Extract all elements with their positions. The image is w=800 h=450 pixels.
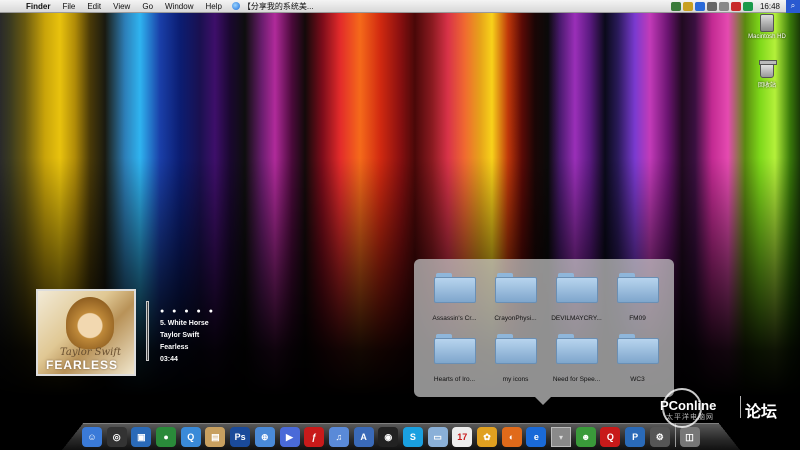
watermark-brand: PConline bbox=[660, 398, 717, 413]
stack-popup-arrow bbox=[535, 397, 551, 405]
menu-file[interactable]: File bbox=[56, 2, 81, 11]
stack-folder-label: DEVILMAYCRY... bbox=[551, 315, 602, 322]
trash-icon[interactable]: ◫ bbox=[679, 427, 700, 447]
menu-go[interactable]: Go bbox=[136, 2, 159, 11]
firefox-icon[interactable]: ◐ bbox=[501, 427, 522, 447]
dock: ☺ ◎ ▣ ● Q ▤ Ps ⊕ ▶ ƒ ♫ A ◉ S ▭ 17 ✿ ◐ e ▾ ☻ Q P ⚙ ◫ bbox=[82, 421, 704, 447]
stack-folder-item[interactable]: FM09 bbox=[607, 273, 668, 322]
stack-folder-label: Need for Spee... bbox=[552, 376, 601, 383]
folder-icon bbox=[555, 334, 598, 364]
flash-icon[interactable]: ƒ bbox=[304, 427, 325, 447]
track-time: 03:44 bbox=[160, 356, 178, 363]
watermark-separator bbox=[740, 396, 741, 418]
stack-popup: Assassin's Cr... CrayonPhysi... DEVILMAYCR… bbox=[414, 259, 674, 397]
rating-dots[interactable]: ● ● ● ● ● bbox=[160, 306, 216, 318]
quicktime-icon[interactable]: Q bbox=[180, 427, 201, 447]
wifi-tray-icon[interactable] bbox=[706, 1, 717, 11]
network-tray-icon[interactable] bbox=[670, 1, 681, 11]
album-art-script: Taylor Swift bbox=[60, 347, 122, 358]
watermark-forum: 论坛 bbox=[745, 404, 778, 421]
menu-bar: Finder File Edit View Go Window Help 【分享… bbox=[0, 0, 800, 13]
internet-explorer-icon bbox=[231, 2, 240, 10]
bluetooth-tray-icon[interactable] bbox=[694, 1, 705, 11]
menu-window[interactable]: Window bbox=[159, 2, 199, 11]
folder-icon bbox=[494, 273, 537, 303]
menu-finder[interactable]: Finder bbox=[20, 2, 56, 11]
flag-tray-icon[interactable] bbox=[730, 1, 741, 11]
facetime-icon[interactable]: ▶ bbox=[279, 427, 300, 447]
folder-icon bbox=[433, 273, 476, 303]
status-tray-icon[interactable] bbox=[682, 1, 693, 11]
desktop-icon-hard-drive[interactable]: Macintosh HD bbox=[748, 14, 786, 40]
scroll-app-icon[interactable]: ▤ bbox=[205, 427, 226, 447]
stack-folder-item[interactable]: Need for Spee... bbox=[546, 334, 607, 383]
preview-icon[interactable]: ▣ bbox=[131, 427, 152, 447]
stack-folder-item[interactable]: WC3 bbox=[607, 334, 668, 383]
hard-drive-icon bbox=[760, 14, 774, 32]
volume-tray-icon[interactable] bbox=[718, 1, 729, 11]
stack-folder-item[interactable]: my icons bbox=[485, 334, 546, 383]
trash-icon bbox=[759, 60, 777, 78]
skype-icon[interactable]: S bbox=[402, 427, 423, 447]
stack-grid: Assassin's Cr... CrayonPhysi... DEVILMAYCR… bbox=[424, 273, 668, 383]
stack-folder-label: Assassin's Cr... bbox=[432, 315, 477, 322]
desktop-wallpaper bbox=[0, 0, 800, 450]
track-title: 5. White Horse bbox=[160, 320, 209, 327]
itunes-icon[interactable]: ♫ bbox=[328, 427, 349, 447]
finder-icon[interactable]: ☺ bbox=[82, 427, 102, 447]
system-preferences-icon[interactable]: ⚙ bbox=[649, 427, 670, 447]
track-album: Fearless bbox=[160, 344, 189, 351]
spotlight-icon[interactable]: ⌕ bbox=[786, 0, 800, 13]
desktop-icon-label: 回收站 bbox=[757, 83, 776, 89]
ical-icon[interactable]: 17 bbox=[452, 427, 473, 447]
folder-icon bbox=[616, 334, 659, 364]
app-store-icon[interactable]: A bbox=[353, 427, 374, 447]
p-app-icon[interactable]: P bbox=[625, 427, 646, 447]
now-playing-info: ● ● ● ● ● 5. White Horse Taylor Swift Fe… bbox=[160, 306, 216, 366]
stack-folder-label: FM09 bbox=[629, 315, 646, 322]
album-art[interactable]: Taylor Swift FEARLESS bbox=[36, 289, 136, 376]
menu-clock[interactable]: 16:48 bbox=[754, 2, 786, 11]
stack-folder-item[interactable]: CrayonPhysi... bbox=[485, 273, 546, 322]
menu-extras: 16:48 ⌕ bbox=[670, 0, 800, 13]
album-art-portrait bbox=[66, 297, 114, 349]
menu-view[interactable]: View bbox=[107, 2, 136, 11]
album-art-brand: FEARLESS bbox=[46, 358, 119, 372]
menu-help[interactable]: Help bbox=[199, 2, 227, 11]
window-title-label: 【分享我的系统美... bbox=[242, 1, 314, 11]
internet-explorer-icon[interactable]: e bbox=[526, 427, 547, 447]
stack-folder-dock-icon[interactable]: ▾ bbox=[551, 427, 572, 447]
stack-folder-item[interactable]: Hearts of Iro... bbox=[424, 334, 485, 383]
google-earth-icon[interactable]: ● bbox=[156, 427, 177, 447]
battery-tray-icon[interactable] bbox=[742, 1, 753, 11]
stack-folder-label: WC3 bbox=[630, 376, 645, 383]
stack-folder-item[interactable]: Assassin's Cr... bbox=[424, 273, 485, 322]
folder-icon bbox=[433, 334, 476, 364]
safari-icon[interactable]: ⊕ bbox=[254, 427, 275, 447]
menu-window-title[interactable]: 【分享我的系统美... bbox=[228, 1, 318, 12]
track-progress-bar[interactable] bbox=[146, 301, 149, 361]
picasa-icon[interactable]: ✿ bbox=[477, 427, 497, 447]
watermark-subtitle: 太平洋电脑网 bbox=[666, 414, 714, 421]
pconline-watermark: PConline 太平洋电脑网 bbox=[660, 388, 717, 428]
dvd-player-icon[interactable]: ◉ bbox=[378, 427, 399, 447]
desktop-icon-label: Macintosh HD bbox=[748, 34, 786, 40]
folder-icon[interactable]: ▭ bbox=[427, 427, 448, 447]
qq-icon[interactable]: Q bbox=[600, 427, 621, 447]
stack-folder-label: my icons bbox=[502, 376, 529, 383]
folder-icon bbox=[616, 273, 659, 303]
menu-edit[interactable]: Edit bbox=[81, 2, 107, 11]
folder-icon bbox=[494, 334, 537, 364]
msn-messenger-icon[interactable]: ☻ bbox=[575, 427, 596, 447]
track-artist: Taylor Swift bbox=[160, 332, 200, 339]
folder-icon bbox=[555, 273, 598, 303]
photoshop-icon[interactable]: Ps bbox=[230, 427, 251, 447]
stack-folder-label: Hearts of Iro... bbox=[433, 376, 476, 383]
stack-folder-item[interactable]: DEVILMAYCRY... bbox=[546, 273, 607, 322]
desktop-icon-trash[interactable]: 回收站 bbox=[749, 60, 785, 89]
dashboard-icon[interactable]: ◎ bbox=[106, 427, 127, 447]
stack-folder-label: CrayonPhysi... bbox=[494, 315, 537, 322]
